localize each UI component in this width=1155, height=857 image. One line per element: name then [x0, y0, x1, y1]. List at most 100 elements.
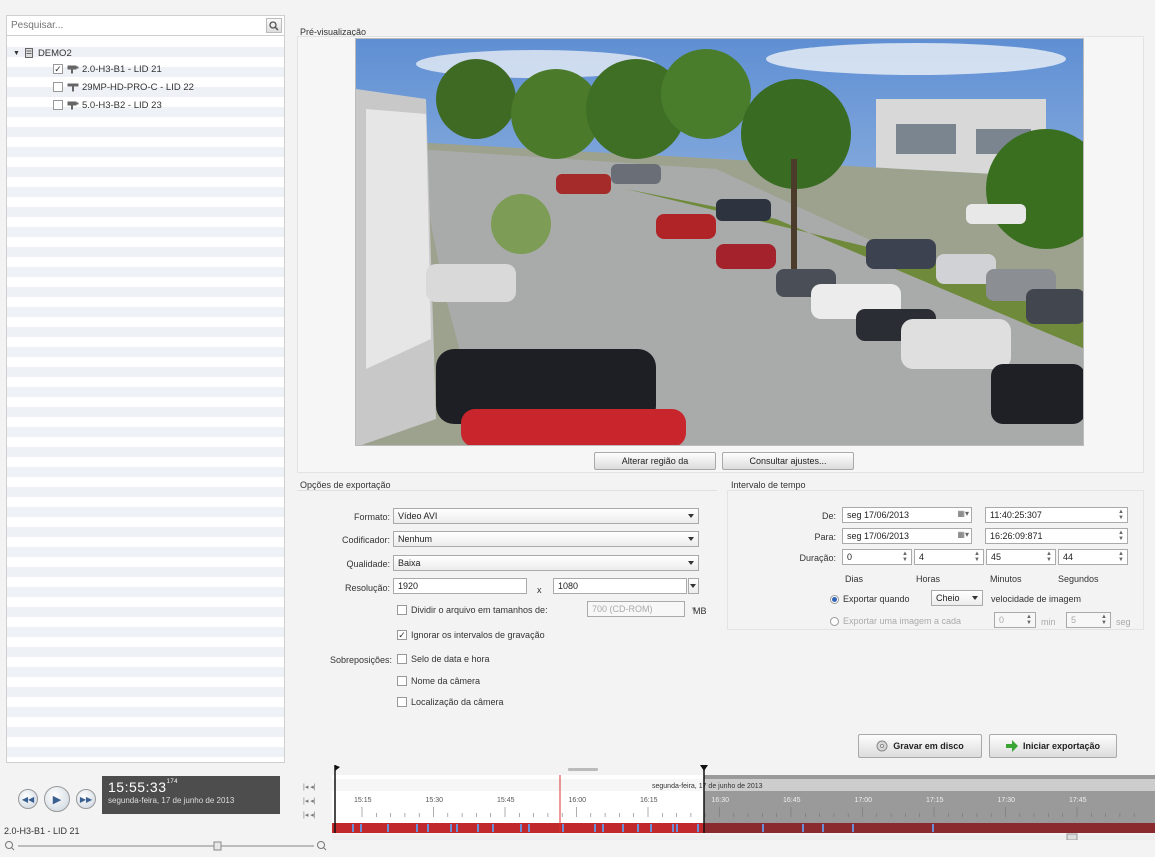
split-file-checkbox[interactable] [397, 605, 407, 615]
search-input[interactable] [7, 16, 257, 35]
chevron-down-icon[interactable]: ▼ [13, 50, 20, 57]
skip-prev-icon[interactable]: |◂ ◂| [303, 795, 316, 809]
timeline-nav: |◂ ◂| |◂ ◂| |◂ ◂| [303, 781, 316, 823]
motion-event-mark [622, 824, 624, 832]
from-date-input[interactable]: seg 17/06/2013 ▦▾ [842, 507, 972, 523]
zoom-slider[interactable] [4, 840, 330, 852]
from-time-input[interactable]: 11:40:25:307 ▲ ▼ [985, 507, 1128, 523]
format-value: Vídeo AVI [398, 511, 438, 521]
skip-next-icon[interactable]: |◂ ◂| [303, 809, 316, 823]
split-unit: MB [693, 606, 707, 616]
camera-1-checkbox[interactable]: ✓ [53, 64, 63, 74]
spinner-icon[interactable]: ▲ ▼ [1116, 509, 1126, 521]
ignore-gaps-option[interactable]: ✓ Ignorar os intervalos de gravação [397, 630, 545, 640]
camera-3-checkbox[interactable] [53, 100, 63, 110]
every-min-value: 0 [999, 615, 1005, 625]
start-export-button[interactable]: Iniciar exportação [989, 734, 1117, 758]
motion-event-mark [520, 824, 522, 832]
zoom-out-icon[interactable] [5, 841, 15, 851]
play-button[interactable]: ▶ [44, 786, 70, 812]
time-display: 15:55:33174 segunda-feira, 17 de junho d… [102, 776, 280, 814]
quality-select[interactable]: Baixa [393, 555, 699, 571]
spinner-icon[interactable]: ▲ ▼ [1044, 551, 1054, 563]
parking-lot-scene [356, 39, 1083, 445]
spinner-icon: ▲ ▼ [1026, 614, 1032, 626]
overlay-datetime-option[interactable]: Selo de data e hora [397, 654, 490, 664]
overlay-location-label: Localização da câmera [411, 697, 504, 707]
spinner-icon[interactable]: ▲ ▼ [1116, 530, 1126, 542]
overlay-datetime-checkbox[interactable] [397, 654, 407, 664]
tree-item-camera-2[interactable]: 29MP-HD-PRO-C - LID 22 [53, 79, 194, 95]
camera-icon [67, 65, 79, 73]
days-input[interactable]: 0 ▲ ▼ [842, 549, 912, 565]
ignore-gaps-label: Ignorar os intervalos de gravação [411, 630, 545, 640]
resolution-width-input[interactable]: 1920 [393, 578, 527, 594]
minutes-unit-label: Minutos [990, 574, 1022, 584]
motion-event-mark [416, 824, 418, 832]
tree-item-site[interactable]: ▼ DEMO2 [13, 45, 72, 61]
hours-input[interactable]: 4 ▲ ▼ [914, 549, 984, 565]
seconds-input[interactable]: 44 ▲ ▼ [1058, 549, 1128, 565]
export-every-radio[interactable] [830, 616, 839, 626]
forward-button[interactable]: ▶▶ [76, 789, 96, 809]
ignore-gaps-checkbox[interactable]: ✓ [397, 630, 407, 640]
spinner-icon[interactable]: ▲ ▼ [972, 551, 982, 563]
duration-label: Duração: [799, 553, 836, 563]
search-button[interactable] [266, 18, 282, 33]
codec-select[interactable]: Nenhum [393, 531, 699, 547]
recording-bar-outside [704, 823, 1155, 833]
camera-icon [67, 101, 79, 109]
motion-event-mark [697, 824, 699, 832]
server-icon [24, 48, 33, 58]
motion-event-mark [594, 824, 596, 832]
from-label: De: [821, 511, 836, 521]
tree-item-camera-1[interactable]: ✓ 2.0-H3-B1 - LID 21 [53, 61, 162, 77]
motion-event-mark [528, 824, 530, 832]
motion-event-mark [562, 824, 564, 832]
consult-settings-button[interactable]: Consultar ajustes... [722, 452, 854, 470]
split-file-option[interactable]: Dividir o arquivo em tamanhos de: [397, 605, 548, 615]
export-when-radio[interactable] [830, 594, 839, 604]
resolution-dropdown[interactable] [688, 578, 699, 594]
skip-start-icon[interactable]: |◂ ◂| [303, 781, 316, 795]
change-region-button[interactable]: Alterar região da [594, 452, 716, 470]
start-export-label: Iniciar exportação [1022, 741, 1101, 751]
timeline-scrollbar-thumb[interactable] [1066, 833, 1078, 840]
timeline-scrollbar[interactable] [332, 835, 1155, 840]
zoom-in-icon[interactable] [317, 841, 327, 851]
export-every-option[interactable]: Exportar uma imagem a cada [830, 616, 961, 626]
selected-camera-label: 2.0-H3-B1 - LID 21 [4, 826, 80, 836]
tree-item-camera-3[interactable]: 5.0-H3-B2 - LID 23 [53, 97, 162, 113]
overlay-name-option[interactable]: Nome da câmera [397, 676, 480, 686]
spinner-icon[interactable]: ▲ ▼ [900, 551, 910, 563]
rewind-button[interactable]: ◀◀ [18, 789, 38, 809]
timeline-grip-handle[interactable] [568, 768, 598, 771]
quality-value: Baixa [398, 558, 421, 568]
calendar-icon[interactable]: ▦▾ [957, 530, 969, 539]
camera-3-label: 5.0-H3-B2 - LID 23 [82, 99, 162, 111]
to-date-input[interactable]: seg 17/06/2013 ▦▾ [842, 528, 972, 544]
time-range-title: Intervalo de tempo [731, 480, 806, 490]
forward-icon: ▶▶ [79, 794, 93, 804]
tree-list [7, 37, 284, 762]
export-when-select[interactable]: Cheio [931, 590, 983, 606]
calendar-icon[interactable]: ▦▾ [957, 509, 969, 518]
seconds-unit-label: Segundos [1058, 574, 1099, 584]
resolution-height-input[interactable]: 1080 [553, 578, 687, 594]
overlay-location-option[interactable]: Localização da câmera [397, 697, 504, 707]
camera-2-checkbox[interactable] [53, 82, 63, 92]
timeline-tick-label: 15:30 [426, 797, 444, 804]
burn-to-disc-button[interactable]: Gravar em disco [858, 734, 982, 758]
overlay-name-checkbox[interactable] [397, 676, 407, 686]
overlay-location-checkbox[interactable] [397, 697, 407, 707]
motion-event-mark [360, 824, 362, 832]
format-select[interactable]: Vídeo AVI [393, 508, 699, 524]
motion-event-mark [387, 824, 389, 832]
minutes-input[interactable]: 45 ▲ ▼ [986, 549, 1056, 565]
to-time-input[interactable]: 16:26:09:871 ▲ ▼ [985, 528, 1128, 544]
spinner-icon[interactable]: ▲ ▼ [1116, 551, 1126, 563]
export-when-option[interactable]: Exportar quando [830, 594, 910, 604]
timeline[interactable]: segunda-feira, 17 de junho de 2013 15:15… [332, 765, 1155, 840]
motion-event-mark [637, 824, 639, 832]
zoom-thumb[interactable] [213, 841, 222, 851]
